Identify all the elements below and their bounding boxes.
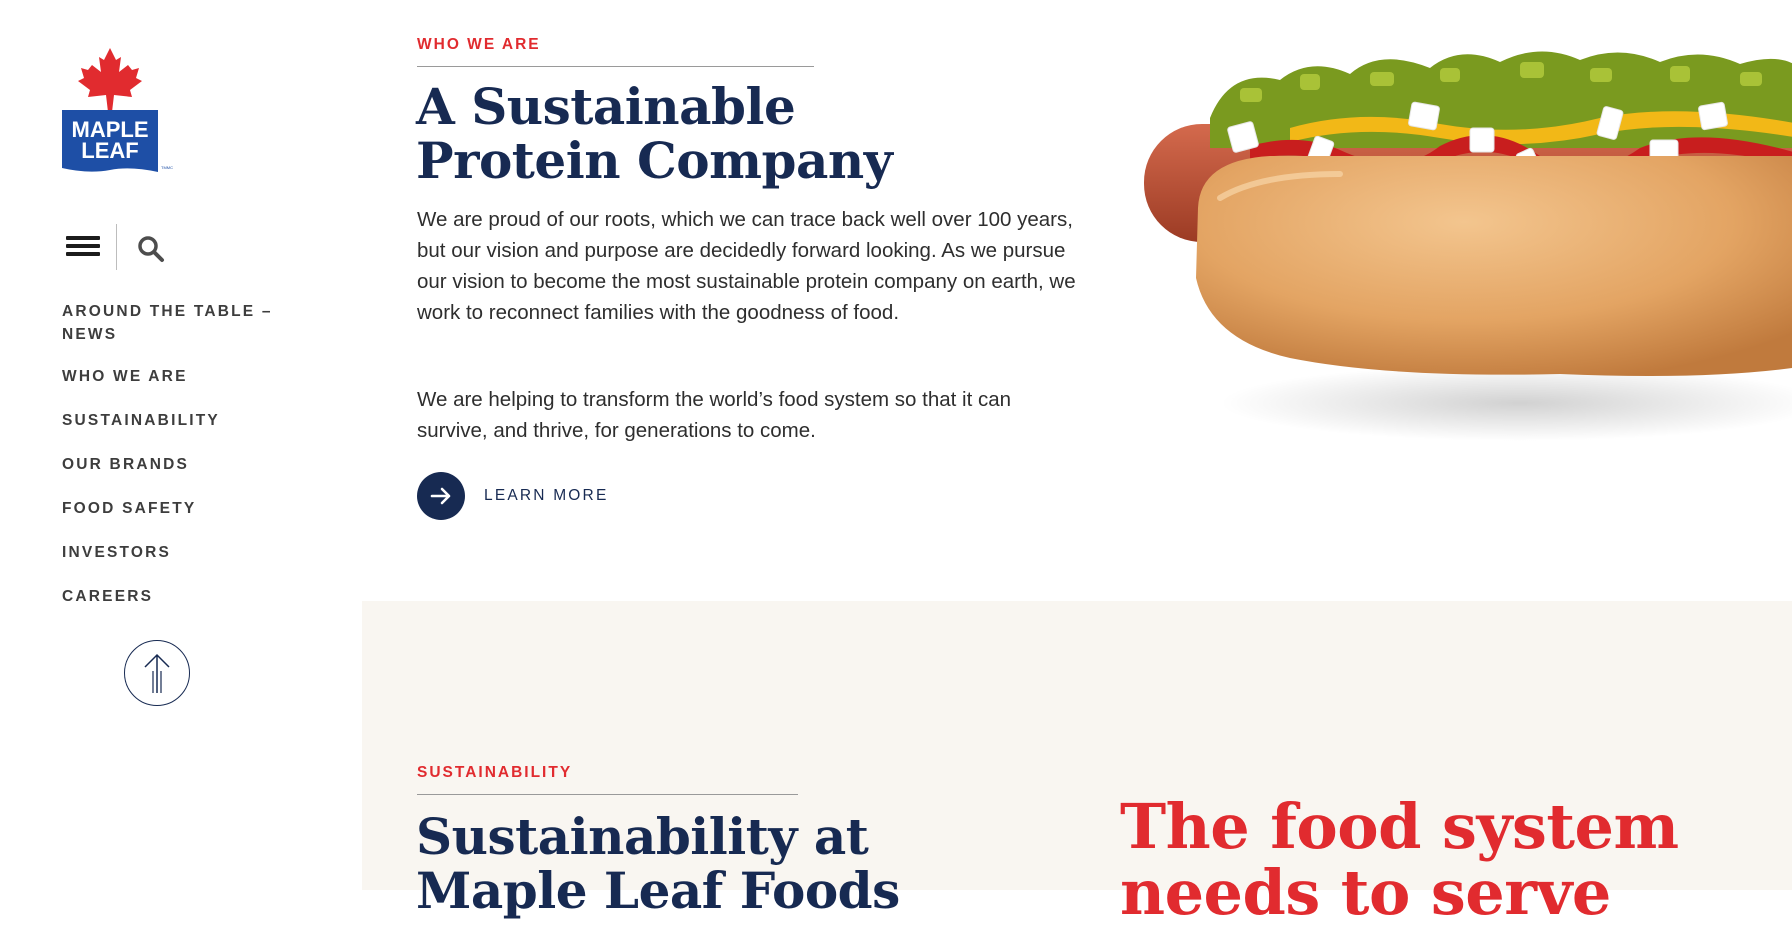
feature-headline: The food system needs to serve [1120, 794, 1679, 926]
arrow-right-icon [430, 487, 451, 505]
hot-dog-image [1140, 28, 1792, 448]
nav-item-investors[interactable]: INVESTORS [62, 541, 302, 564]
nav-item-around-the-table-news[interactable]: AROUND THE TABLE – NEWS [62, 300, 297, 346]
hamburger-menu-icon[interactable] [66, 236, 100, 258]
maple-leaf-icon [78, 48, 142, 112]
heading-line: Maple Leaf Foods [416, 861, 900, 920]
back-to-top-button[interactable] [124, 640, 190, 706]
eyebrow-divider [417, 66, 814, 67]
eyebrow-divider [417, 794, 798, 795]
heading-line: Sustainability at [416, 807, 869, 866]
arrow-up-icon [144, 653, 170, 693]
headline-line: needs to serve [1120, 856, 1611, 929]
section-eyebrow: WHO WE ARE [417, 36, 541, 53]
intro-paragraph: We are proud of our roots, which we can … [417, 208, 1076, 324]
learn-more-label[interactable]: LEARN MORE [484, 487, 609, 505]
maple-leaf-logo[interactable]: MAPLE LEAF TMMC [60, 48, 176, 178]
intro-paragraph-2: We are helping to transform the world’s … [417, 388, 1012, 442]
nav-item-food-safety[interactable]: FOOD SAFETY [62, 497, 302, 520]
main-nav: AROUND THE TABLE – NEWS WHO WE ARE SUSTA… [62, 300, 302, 629]
svg-text:TMMC: TMMC [161, 165, 173, 170]
headline-line: The food system [1120, 790, 1679, 863]
tools-divider [116, 224, 117, 270]
heading-line: A Sustainable [416, 77, 796, 136]
sidebar: MAPLE LEAF TMMC AROUND THE TABLE – NEWS … [0, 0, 362, 890]
nav-item-who-we-are[interactable]: WHO WE ARE [62, 365, 302, 388]
section-heading: A Sustainable Protein Company [416, 77, 893, 190]
svg-text:LEAF: LEAF [81, 138, 138, 163]
nav-item-our-brands[interactable]: OUR BRANDS [62, 453, 302, 476]
learn-more-button[interactable] [417, 472, 465, 520]
heading-line: Protein Company [416, 131, 893, 190]
nav-item-careers[interactable]: CAREERS [62, 585, 302, 608]
section-eyebrow: SUSTAINABILITY [417, 764, 573, 781]
section-heading: Sustainability at Maple Leaf Foods [416, 810, 900, 918]
nav-item-sustainability[interactable]: SUSTAINABILITY [62, 409, 302, 432]
search-icon[interactable] [136, 234, 166, 264]
